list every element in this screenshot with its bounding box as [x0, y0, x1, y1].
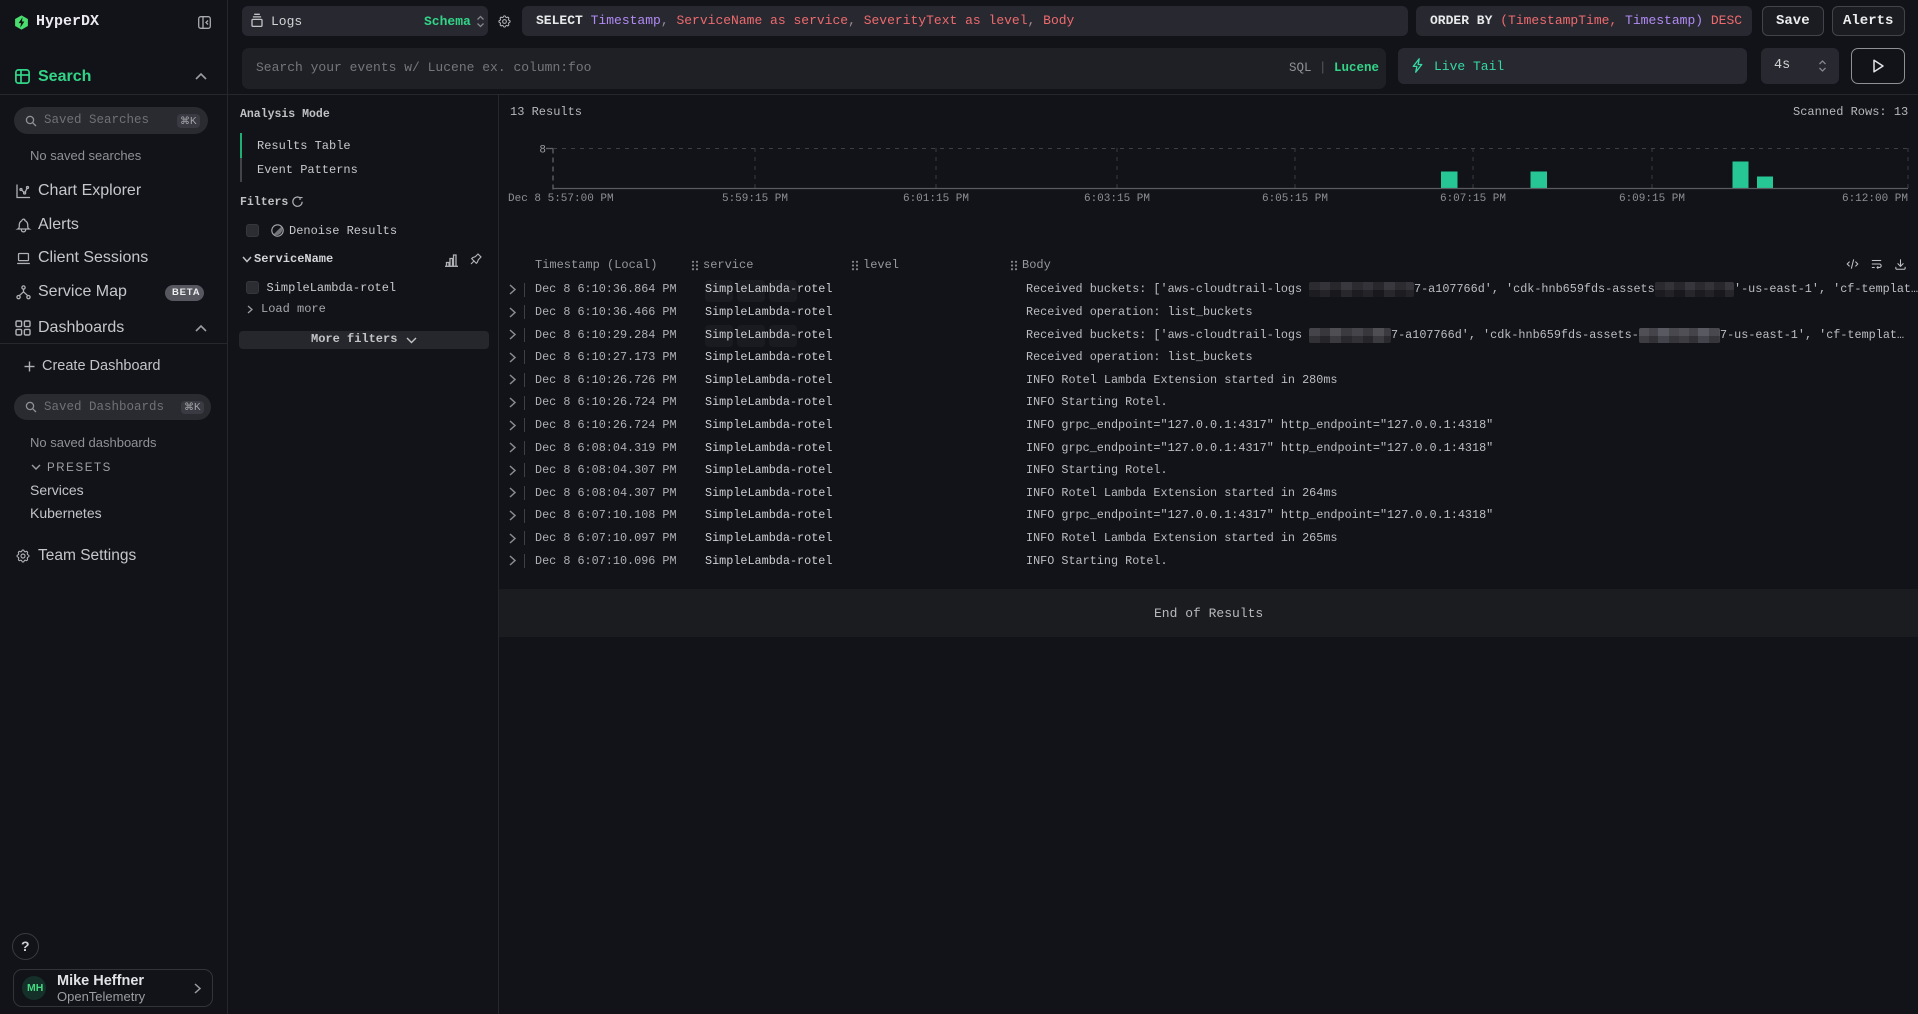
svg-text:Dec 8 5:57:00 PM: Dec 8 5:57:00 PM	[508, 193, 614, 205]
svg-text:6:09:15 PM: 6:09:15 PM	[1619, 193, 1685, 205]
svg-text:6:01:15 PM: 6:01:15 PM	[903, 193, 969, 205]
svg-text:5:59:15 PM: 5:59:15 PM	[722, 193, 788, 205]
svg-text:6:12:00 PM: 6:12:00 PM	[1842, 193, 1908, 205]
svg-text:6:05:15 PM: 6:05:15 PM	[1262, 193, 1328, 205]
svg-text:8: 8	[539, 145, 546, 157]
svg-text:6:03:15 PM: 6:03:15 PM	[1084, 193, 1150, 205]
svg-text:6:07:15 PM: 6:07:15 PM	[1440, 193, 1506, 205]
